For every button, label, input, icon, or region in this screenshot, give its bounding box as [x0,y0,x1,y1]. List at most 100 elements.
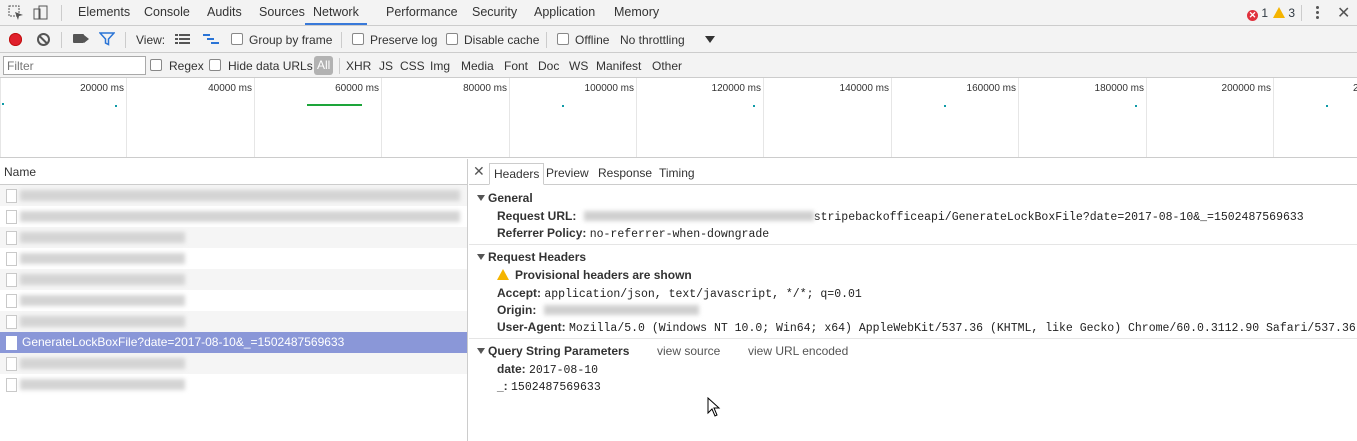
file-icon [6,336,17,350]
tab-application[interactable]: Application [534,0,595,25]
tab-timing[interactable]: Timing [655,163,699,185]
request-headers-section-toggle[interactable]: Request Headers [477,250,586,264]
param-value: 1502487569633 [511,381,601,394]
file-icon [6,189,17,203]
gridline [1273,78,1274,157]
type-filter-css[interactable]: CSS [400,59,425,73]
tab-headers[interactable]: Headers [489,163,545,185]
type-filter-js[interactable]: JS [379,59,393,73]
divider [1301,5,1302,21]
more-options-icon[interactable] [1313,5,1321,21]
gridline [1018,78,1019,157]
tab-sources[interactable]: Sources [259,0,305,25]
table-row[interactable] [0,311,467,332]
name-column-header[interactable]: Name [0,159,467,185]
warnings-count: 3 [1288,6,1296,20]
disable-cache-checkbox[interactable] [446,33,458,45]
throttling-select[interactable]: No throttling [620,33,685,47]
tab-performance[interactable]: Performance [386,0,458,25]
file-icon [6,273,17,287]
type-filter-media[interactable]: Media [461,59,494,73]
request-list: Name GenerateLockBoxFile?date=2017-08-10… [0,159,468,441]
gridline [636,78,637,157]
general-section-toggle[interactable]: General [477,191,533,205]
divider [125,32,126,48]
type-filter-img[interactable]: Img [430,59,450,73]
general-title: General [488,191,533,205]
file-icon [6,315,17,329]
filter-input[interactable] [3,56,146,75]
type-filter-font[interactable]: Font [504,59,528,73]
triangle-down-icon [477,348,485,354]
gridline [254,78,255,157]
type-filter-ws[interactable]: WS [569,59,588,73]
close-icon[interactable]: ✕ [473,163,485,180]
warnings-badge[interactable]: 3 [1273,6,1295,20]
chevron-down-icon[interactable] [705,36,715,43]
request-mark [115,105,117,107]
hide-data-urls-checkbox[interactable] [209,59,221,71]
offline-checkbox[interactable] [557,33,569,45]
inspect-element-icon[interactable] [8,5,24,21]
request-headers-title: Request Headers [488,250,587,264]
type-filter-all[interactable]: All [314,56,334,75]
tick-label: 140000 ms [839,83,889,94]
tab-security[interactable]: Security [472,0,517,25]
type-filter-doc[interactable]: Doc [538,59,559,73]
close-devtools-icon[interactable]: ✕ [1337,3,1350,23]
blurred-name [20,295,185,306]
device-toolbar-icon[interactable] [33,5,49,21]
type-filter-xhr[interactable]: XHR [346,59,371,73]
view-url-encoded-link[interactable]: view URL encoded [748,344,848,358]
tab-audits[interactable]: Audits [207,0,242,25]
preserve-log-checkbox[interactable] [352,33,364,45]
table-row-selected[interactable]: GenerateLockBoxFile?date=2017-08-10&_=15… [0,332,467,353]
gridline [381,78,382,157]
waterfall-view-icon[interactable] [203,33,219,45]
provisional-warning: Provisional headers are shown [497,268,692,282]
divider [546,32,547,48]
divider [339,58,340,74]
table-row[interactable] [0,185,467,206]
table-row[interactable] [0,227,467,248]
warning-icon [497,269,509,280]
group-by-frame-label: Group by frame [249,33,333,47]
tick-label: 200000 ms [1221,83,1271,94]
tab-console[interactable]: Console [144,0,190,25]
table-row[interactable] [0,248,467,269]
divider [61,32,62,48]
large-rows-icon[interactable] [175,33,190,45]
table-row[interactable] [0,353,467,374]
table-row[interactable] [0,206,467,227]
request-mark [2,103,4,105]
type-filter-manifest[interactable]: Manifest [596,59,641,73]
tab-elements[interactable]: Elements [78,0,130,25]
tab-memory[interactable]: Memory [614,0,659,25]
devtools-tabbar: Elements Console Audits Sources Network … [0,0,1357,26]
filter-icon[interactable] [99,32,115,46]
type-filter-other[interactable]: Other [652,59,682,73]
errors-badge[interactable]: ✕ 1 [1247,6,1268,21]
capture-screenshots-icon[interactable] [73,34,84,43]
request-mark [1326,105,1328,107]
tab-network[interactable]: Network [305,0,367,25]
filter-bar: Regex Hide data URLs All XHR JS CSS Img … [0,53,1357,78]
regex-checkbox[interactable] [150,59,162,71]
network-overview[interactable]: 20000 ms 40000 ms 60000 ms 80000 ms 1000… [0,78,1357,158]
record-button[interactable] [9,33,22,46]
query-params-section-toggle[interactable]: Query String Parameters [477,344,629,358]
user-agent-row: User-Agent: Mozilla/5.0 (Windows NT 10.0… [497,320,1356,335]
warning-icon [1273,7,1285,18]
tick-label: 20000 ms [80,83,124,94]
table-row[interactable] [0,374,467,395]
divider [469,244,1357,245]
clear-button[interactable] [37,33,50,46]
table-row[interactable] [0,269,467,290]
tab-response[interactable]: Response [594,163,656,185]
group-by-frame-checkbox[interactable] [231,33,243,45]
tab-preview[interactable]: Preview [542,163,593,185]
table-row[interactable] [0,290,467,311]
detail-tabs: ✕ Headers Preview Response Timing [469,159,1357,185]
accept-value: application/json, text/javascript, */*; … [544,288,862,301]
view-source-link[interactable]: view source [657,344,720,358]
